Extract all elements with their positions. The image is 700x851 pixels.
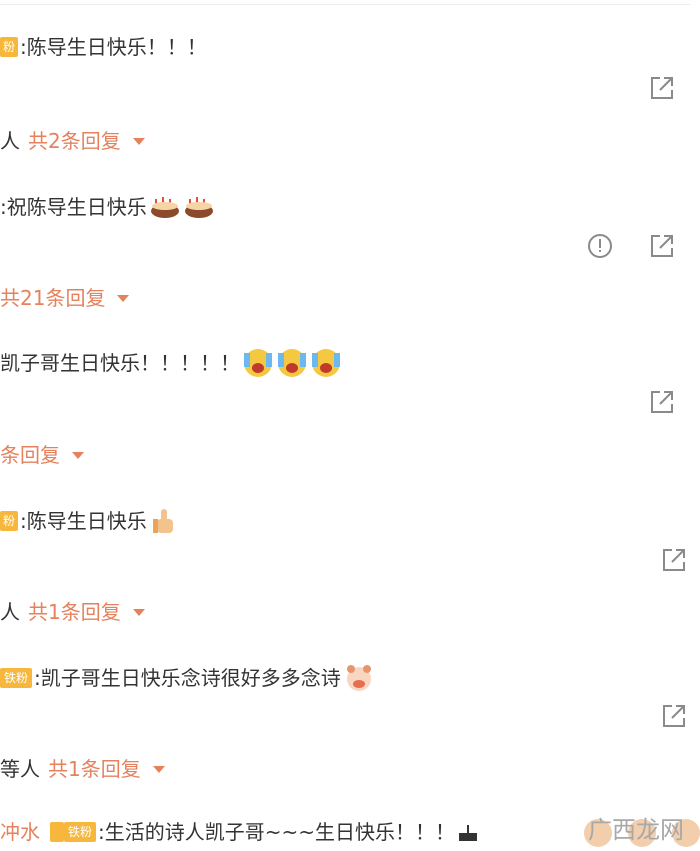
- reply-link[interactable]: 条回复: [0, 441, 84, 469]
- comment-row: 冲水 铁粉 :生活的诗人凯子哥~~~生日快乐！！！: [0, 818, 479, 846]
- chevron-down-icon: [117, 294, 130, 302]
- comment-row: 粉 :陈导生日快乐！！！: [0, 33, 207, 61]
- fan-badge: 粉: [0, 511, 18, 531]
- share-icon[interactable]: [647, 231, 677, 261]
- reply-count: 共2条回复: [28, 129, 121, 153]
- reply-prefix: 人: [0, 129, 20, 153]
- cake-emoji-icon: [184, 197, 213, 218]
- small-cake-emoji-icon: [459, 825, 478, 841]
- reply-count: 共1条回复: [28, 600, 121, 624]
- chevron-down-icon: [72, 451, 84, 459]
- reply-link[interactable]: 等人 共1条回复: [0, 755, 165, 783]
- fan-badge: 粉: [0, 37, 18, 57]
- reply-prefix: 人: [0, 600, 20, 624]
- reply-count: 共1条回复: [48, 757, 141, 781]
- cake-emoji-icon: [150, 197, 179, 218]
- comment-row: 粉 :陈导生日快乐: [0, 505, 181, 537]
- comment-text: :凯子哥生日快乐念诗很好多多念诗: [34, 666, 341, 690]
- comment-text: :生活的诗人凯子哥~~~生日快乐！！！: [98, 820, 456, 844]
- comment-text: :陈导生日快乐: [20, 509, 147, 533]
- reply-count: 条回复: [0, 443, 60, 467]
- share-icon[interactable]: [647, 73, 677, 103]
- chevron-down-icon: [132, 608, 145, 616]
- reply-link[interactable]: 人 共1条回复: [0, 598, 145, 626]
- reply-count: 共21条回复: [0, 286, 106, 310]
- comment-text: 凯子哥生日快乐！！！！！: [0, 351, 240, 375]
- watermark-text: 广西龙网: [588, 815, 684, 844]
- comment-row: 凯子哥生日快乐！！！！！: [0, 347, 342, 379]
- comment-text: :陈导生日快乐！！！: [20, 35, 207, 59]
- site-watermark: 广西龙网: [584, 803, 700, 851]
- reply-prefix: 等人: [0, 757, 40, 781]
- laughing-emoji-icon: [312, 349, 340, 377]
- comment-row: 铁粉 :凯子哥生日快乐念诗很好多多念诗: [0, 662, 375, 694]
- comment-text: :祝陈导生日快乐: [0, 195, 147, 219]
- comment-row: :祝陈导生日快乐: [0, 191, 215, 223]
- iron-fan-badge: 铁粉: [64, 822, 97, 842]
- share-icon[interactable]: [647, 387, 677, 417]
- report-icon[interactable]: [585, 231, 615, 261]
- laughing-emoji-icon: [278, 349, 306, 377]
- pig-emoji-icon: [346, 665, 371, 691]
- reply-link[interactable]: 共21条回复: [0, 284, 130, 312]
- share-icon[interactable]: [659, 545, 689, 575]
- laughing-emoji-icon: [244, 349, 272, 377]
- thumbs-up-emoji-icon: [152, 509, 173, 533]
- chevron-down-icon: [132, 137, 145, 145]
- commenter-name[interactable]: 冲水: [0, 818, 40, 846]
- share-icon[interactable]: [659, 701, 689, 731]
- iron-fan-badge: 铁粉: [0, 668, 33, 688]
- reply-link[interactable]: 人 共2条回复: [0, 127, 145, 155]
- top-divider: [0, 0, 690, 5]
- chevron-down-icon: [152, 765, 165, 773]
- fan-hands-icon: [50, 822, 64, 842]
